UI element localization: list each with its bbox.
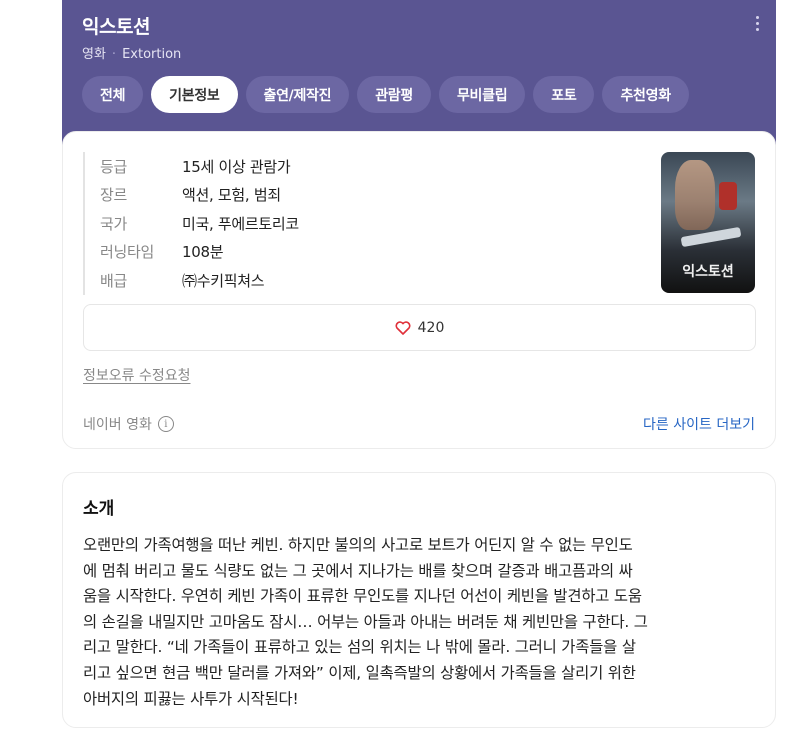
movie-poster[interactable]: 익스토션 — [661, 152, 755, 293]
info-key: 등급 — [100, 157, 128, 176]
intro-heading: 소개 — [83, 499, 115, 519]
intro-line: 오랜만의 가족여행을 떠난 케빈. 하지만 불의의 사고로 보트가 어딘지 알 … — [83, 536, 633, 554]
info-icon[interactable]: i — [157, 416, 174, 432]
info-row-country: 국가 미국, 푸에르토리코 — [100, 209, 299, 238]
more-options-icon[interactable] — [756, 16, 760, 34]
intro-line: 움을 시작한다. 우연히 케빈 가족이 표류한 무인도를 지나던 어선이 케빈을… — [83, 587, 642, 606]
intro-card: 소개 오랜만의 가족여행을 떠난 케빈. 하지만 불의의 사고로 보트가 어딘지… — [62, 472, 776, 728]
info-key: 국가 — [100, 214, 128, 233]
movie-category: 영화 — [82, 47, 106, 62]
info-key: 배급 — [100, 271, 128, 290]
intro-line: 리고 싶으면 현금 백만 달러를 가져와” 이제, 일촉즉발의 상황에서 가족들… — [83, 663, 636, 682]
intro-line: 의 손길을 내밀지만 고마움도 잠시… 어부는 아들과 아내는 버려둔 채 케빈… — [83, 612, 648, 631]
poster-title: 익스토션 — [682, 264, 734, 280]
intro-text: 오랜만의 가족여행을 떠난 케빈. 하지만 불의의 사고로 보트가 어딘지 알 … — [83, 533, 757, 712]
info-key: 러닝타임 — [100, 243, 155, 262]
tab-basic-info[interactable]: 기본정보 — [151, 76, 238, 113]
tab-cast-crew[interactable]: 출연/제작진 — [245, 76, 350, 113]
intro-line: 에 멈춰 버리고 물도 식량도 없는 그 곳에서 지나가는 배를 찾으며 갈증과… — [83, 561, 633, 580]
movie-header: 익스토션 영화 · Extortion 전체 기본정보 출연/제작진 관람평 무비클… — [62, 0, 776, 152]
info-value: 미국, 푸에르토리코 — [182, 214, 299, 233]
info-value: 15세 이상 관람가 — [182, 157, 291, 176]
like-button[interactable]: 420 — [83, 304, 756, 351]
info-row-runtime: 러닝타임 108분 — [100, 238, 299, 267]
tab-all[interactable]: 전체 — [82, 76, 144, 113]
tab-movie-clips[interactable]: 무비클립 — [438, 76, 526, 113]
movie-title[interactable]: 익스토션 — [82, 12, 150, 39]
info-value: 액션, 모험, 범죄 — [182, 186, 281, 205]
tab-photos[interactable]: 포토 — [533, 76, 595, 113]
separator-dot: · — [111, 47, 117, 62]
movie-english-title: Extortion — [122, 47, 182, 62]
tab-recommended[interactable]: 추천영화 — [602, 76, 689, 113]
tab-reviews[interactable]: 관람평 — [357, 76, 431, 113]
info-row-genre: 장르 액션, 모험, 범죄 — [100, 181, 299, 210]
source-label: 네이버 영화 i — [83, 414, 174, 434]
info-row-rating: 등급 15세 이상 관람가 — [100, 152, 299, 181]
heart-icon — [395, 320, 411, 335]
info-value[interactable]: ㈜수키픽쳐스 — [182, 270, 265, 291]
intro-line: 아버지의 피끓는 사투가 시작된다! — [83, 689, 299, 708]
info-row-distributor: 배급 ㈜수키픽쳐스 — [100, 266, 299, 295]
report-error-link[interactable]: 정보오류 수정요청 — [83, 365, 191, 385]
intro-line: 리고 말한다. “네 가족들이 표류하고 있는 섬의 위치는 나 밖에 몰라. … — [83, 638, 636, 657]
like-count: 420 — [417, 319, 445, 336]
movie-subtitle: 영화 · Extortion — [82, 43, 181, 62]
info-key: 장르 — [100, 186, 128, 205]
info-list: 등급 15세 이상 관람가 장르 액션, 모험, 범죄 국가 미국, 푸에르토리코 러… — [83, 152, 299, 295]
more-sites-link[interactable]: 다른 사이트 더보기 — [643, 414, 755, 434]
basic-info-card: 등급 15세 이상 관람가 장르 액션, 모험, 범죄 국가 미국, 푸에르토리코 러… — [62, 131, 776, 449]
tab-bar: 전체 기본정보 출연/제작진 관람평 무비클립 포토 추천영화 — [82, 76, 689, 114]
source-name: 네이버 영화 — [83, 417, 152, 433]
info-value: 108분 — [182, 243, 224, 262]
